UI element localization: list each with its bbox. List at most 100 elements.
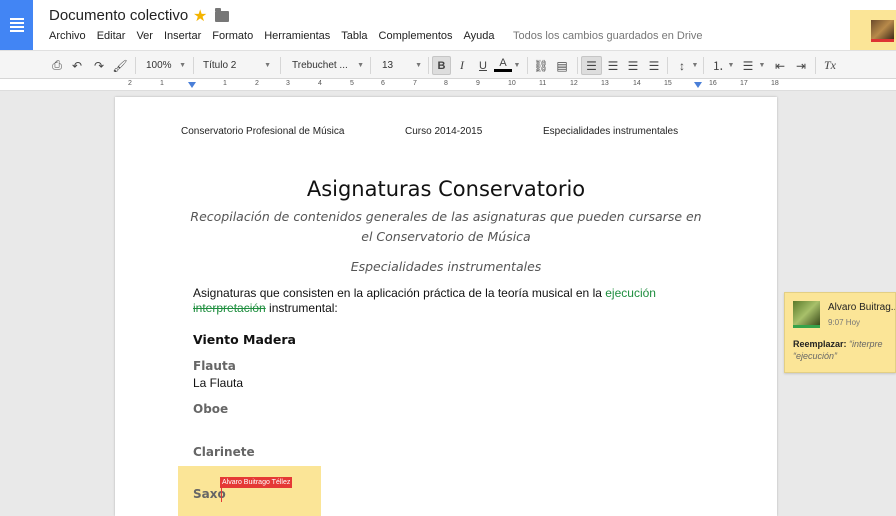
ruler-number: 1 [223,80,227,87]
text-color-button[interactable]: A [494,56,512,72]
menu-archivo[interactable]: Archivo [49,30,86,42]
docs-home-icon[interactable] [0,0,33,50]
align-left-icon[interactable]: ☰ [581,56,602,75]
chevron-down-icon[interactable]: ▼ [690,56,700,75]
paragraph-style-value: Título 2 [203,60,237,71]
suggested-insertion[interactable]: ejecución [605,286,656,300]
paint-format-icon[interactable]: 🖌 [111,56,129,75]
ruler-number: 17 [740,80,748,87]
ruler-number: 18 [771,80,779,87]
font-select[interactable]: Trebuchet ... ▼ [292,56,366,75]
chevron-down-icon[interactable]: ▼ [757,56,767,75]
text-color-chevron-icon[interactable]: ▼ [512,56,522,75]
indent-marker[interactable] [188,82,196,88]
line-spacing-icon[interactable]: ↕ [673,56,691,75]
increase-indent-icon[interactable]: ⇥ [792,56,810,75]
chevron-down-icon: ▼ [179,62,186,69]
app-header: Documento colectivo ★ Archivo Editar Ver… [0,0,896,50]
document-page[interactable]: Conservatorio Profesional de Música Curs… [115,97,777,516]
chevron-down-icon[interactable]: ▼ [726,56,736,75]
ruler-number: 15 [664,80,672,87]
bulleted-list-icon[interactable]: ☰ [739,56,757,75]
active-user-box [850,10,896,50]
subtitle-line-2[interactable]: el Conservatorio de Música [115,227,777,247]
menu-ayuda[interactable]: Ayuda [464,30,495,42]
heading-flauta[interactable]: Flauta [193,359,236,373]
body-paragraph[interactable]: Asignaturas que consisten en la aplicaci… [193,286,693,316]
comment-author: Alvaro Buitrag... [828,302,896,313]
document-title[interactable]: Documento colectivo [49,7,188,24]
comment-icon[interactable]: ▤ [553,56,571,75]
ruler-number: 3 [286,80,290,87]
menu-insertar[interactable]: Insertar [164,30,201,42]
print-icon[interactable]: ⎙ [48,56,66,75]
menu-tabla[interactable]: Tabla [341,30,367,42]
collaborator-cursor [221,487,222,502]
chevron-down-icon: ▼ [415,62,422,69]
toolbar: ⎙ ↶ ↷ 🖌 100% ▼ Título 2 ▼ Trebuchet ... ▼ 1… [0,50,896,79]
header-left[interactable]: Conservatorio Profesional de Música [181,126,344,137]
ruler-number: 10 [508,80,516,87]
chevron-down-icon: ▼ [264,62,271,69]
save-status[interactable]: Todos los cambios guardados en Drive [513,30,703,42]
user-avatar[interactable] [871,20,894,42]
ruler-number: 5 [350,80,354,87]
ruler-number: 4 [318,80,322,87]
folder-icon[interactable] [215,8,229,22]
star-icon[interactable]: ★ [193,6,207,26]
header-right[interactable]: Especialidades instrumentales [543,126,678,137]
suggestion-comment[interactable]: Alvaro Buitrag... 9:07 Hoy Reemplazar: “… [784,292,896,373]
paragraph-style-select[interactable]: Título 2 ▼ [203,56,273,75]
decrease-indent-icon[interactable]: ⇤ [771,56,789,75]
align-right-icon[interactable]: ☰ [624,56,642,75]
ruler-number: 8 [444,80,448,87]
menu-complementos[interactable]: Complementos [379,30,453,42]
suggested-deletion[interactable]: interpretación [193,301,266,315]
comment-replace-to: “ejecución” [793,351,838,361]
ruler-number: 2 [255,80,259,87]
ruler-number: 1 [160,80,164,87]
ruler-number: 9 [476,80,480,87]
subtitle-line-1[interactable]: Recopilación de contenidos generales de … [115,207,777,227]
header-center[interactable]: Curso 2014-2015 [405,126,482,137]
clear-formatting-button[interactable]: Tx [821,56,839,75]
heading-oboe[interactable]: Oboe [193,402,228,416]
ruler-number: 6 [381,80,385,87]
underline-button[interactable]: U [474,56,492,75]
comment-time: 9:07 Hoy [828,318,861,327]
document-heading[interactable]: Asignaturas Conservatorio [115,177,777,201]
ruler-number: 12 [570,80,578,87]
section-title[interactable]: Especialidades instrumentales [115,257,777,277]
collaborator-name-flag: Alvaro Buitrago Téllez [220,477,293,488]
text-la-flauta[interactable]: La Flauta [193,376,243,390]
heading-clarinete[interactable]: Clarinete [193,445,255,459]
ruler[interactable]: 2 1 1 2 3 4 5 6 7 8 9 10 11 12 13 14 15 … [0,79,896,91]
menu-formato[interactable]: Formato [212,30,253,42]
font-size-value: 13 [382,60,394,71]
justify-icon[interactable]: ☰ [645,56,663,75]
heading-viento-madera[interactable]: Viento Madera [193,332,296,347]
align-center-icon[interactable]: ☰ [604,56,622,75]
menu-herramientas[interactable]: Herramientas [264,30,330,42]
font-value: Trebuchet ... [292,60,348,71]
ruler-number: 13 [601,80,609,87]
italic-button[interactable]: I [453,56,471,75]
chevron-down-icon: ▼ [357,62,364,69]
font-size-select[interactable]: 13 ▼ [382,56,424,75]
comment-action: Reemplazar: [793,339,847,349]
undo-icon[interactable]: ↶ [68,56,86,75]
right-indent-marker[interactable] [694,82,702,88]
paragraph-text: instrumental: [265,301,338,315]
bold-button[interactable]: B [432,56,451,75]
menu-editar[interactable]: Editar [97,30,126,42]
ruler-number: 16 [709,80,717,87]
menu-ver[interactable]: Ver [136,30,153,42]
link-icon[interactable]: ⛓ [532,56,550,75]
ruler-number: 11 [539,80,547,87]
menu-bar: Archivo Editar Ver Insertar Formato Herr… [49,30,506,42]
comment-replace-from: “interpre [849,339,883,349]
zoom-select[interactable]: 100% ▼ [146,56,188,75]
numbered-list-icon[interactable]: ⒈ [709,56,727,75]
redo-icon[interactable]: ↷ [90,56,108,75]
paragraph-text: Asignaturas que consisten en la aplicaci… [193,286,606,300]
